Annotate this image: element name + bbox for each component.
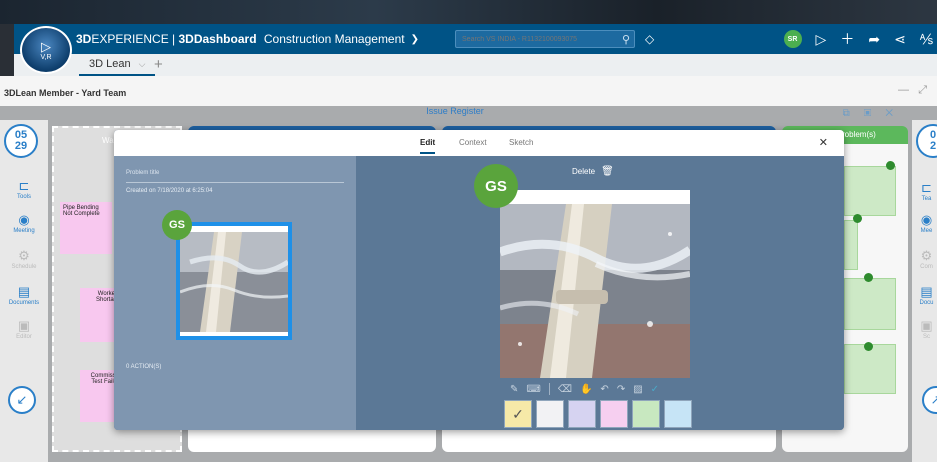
sticky-note-green[interactable] [844,278,896,330]
author-avatar: GS [162,210,192,240]
brand-title: 3DEXPERIENCE | 3DDashboard Construction … [76,32,405,46]
modal-right-panel: GS Delete 🗑 ✎ ⌨ ⌫ ✋ ↶ ↷ ▨ ✓ ✓ [356,156,844,430]
rail-right-meeting[interactable]: ◉ Mee [914,212,937,234]
tab-edit[interactable]: Edit [420,138,436,154]
search-field[interactable]: ⚲ [455,30,636,48]
exit-icon[interactable]: ↙ [8,386,36,414]
tag-icon[interactable]: ◇ [645,32,654,46]
app-name[interactable]: Construction Management [264,32,405,46]
issue-photo[interactable] [500,190,690,378]
compass-play-icon: ▷ [41,38,51,54]
sticky-note-green[interactable] [844,166,896,216]
search-icon[interactable]: ⚲ [622,33,630,46]
pipe-photo [500,204,690,378]
share-icon[interactable]: ➦ [868,31,880,48]
connect-icon[interactable]: ⋖ [894,31,906,48]
search-input[interactable] [462,35,613,43]
tab-3d-lean[interactable]: 3D Lean ⌵ [79,54,156,76]
sticky-note[interactable]: Pipe Bending Not Complete [60,202,112,254]
divider [126,182,344,183]
date-badge: 05 29 [4,124,38,158]
rail-schedule[interactable]: ⚙ Schedule [0,248,48,270]
redo-icon[interactable]: ↷ [617,384,625,395]
rail-right-com[interactable]: ⚙ Com [914,248,937,270]
dashboard-window-controls[interactable]: — ⤢ [898,84,927,97]
swatch-lavender[interactable] [568,400,596,428]
tab-label: 3D Lean [89,58,131,70]
documents-icon: ▤ [920,284,933,299]
created-timestamp: Created on 7/18/2020 at 6:25:04 [126,188,213,194]
meeting-icon: ◉ [18,212,30,227]
color-swatches: ✓ [504,400,692,428]
problem-title-field[interactable]: Problem title [126,170,159,176]
eraser-icon[interactable]: ⌫ [558,384,572,395]
check-icon[interactable]: ✓ [651,384,659,395]
top-app-bar: 3DEXPERIENCE | 3DDashboard Construction … [14,24,937,54]
tools-icon: ⊏ [921,180,932,195]
rail-right-sc[interactable]: ▣ Sc [914,318,937,340]
issue-register-header: Issue Register [0,106,910,120]
pencil-icon[interactable]: ✎ [510,384,518,395]
delete-button[interactable]: Delete 🗑 [572,166,614,177]
top-bar-actions: SR ▷ ＋ ➦ ⋖ ⅍ [783,24,933,54]
schedule-icon: ⚙ [920,248,933,263]
documents-icon: ▤ [17,284,31,299]
tab-sketch[interactable]: Sketch [509,138,533,147]
actions-count: 0 ACTION(S) [126,364,162,370]
lock-icon [853,214,862,223]
tools-icon[interactable]: ⅍ [920,31,933,47]
trash-icon: 🗑 [601,166,614,177]
column-label: Wa [102,136,114,145]
sticky-note-green[interactable] [844,220,858,270]
tab-bar: 3D Lean ⌵ + [14,54,937,76]
column-label: roblem(s) [842,130,876,139]
keyboard-icon[interactable]: ⌨ [526,384,540,395]
modal-header: Edit Context Sketch ✕ [114,130,844,156]
add-tab-icon[interactable]: + [154,56,163,73]
swatch-green[interactable] [632,400,660,428]
rail-documents[interactable]: ▤ Documents [0,284,48,306]
toolbar-separator [548,383,550,395]
editor-icon: ▣ [17,318,31,333]
issue-modal: Edit Context Sketch ✕ Problem title Crea… [114,130,844,430]
meeting-icon: ◉ [920,212,933,227]
swatch-pink[interactable] [600,400,628,428]
photo-thumbnail[interactable] [176,222,292,340]
schedule-icon: ⚙ [18,248,30,263]
image-icon[interactable]: ▨ [633,384,642,395]
lock-icon [886,161,895,170]
chevron-down-icon[interactable]: ⌵ [139,59,146,70]
header-icons[interactable]: ⧉▣✕ [843,108,907,119]
hand-icon[interactable]: ✋ [580,384,592,395]
user-avatar[interactable]: SR [783,30,802,48]
undo-icon[interactable]: ↶ [600,384,608,395]
author-avatar-large: GS [474,164,518,208]
play-icon[interactable]: ▷ [816,31,827,48]
editor-icon: ▣ [920,318,933,333]
rail-right-documents[interactable]: ▤ Docu [914,284,937,306]
sketch-toolbar: ✎ ⌨ ⌫ ✋ ↶ ↷ ▨ ✓ [510,382,690,396]
dashboard-title: 3DLean Member - Yard Team [4,88,127,98]
rail-tools[interactable]: ⊏ Tools [0,178,48,200]
lock-icon [864,273,873,282]
swatch-white[interactable] [536,400,564,428]
background-photo-strip [0,0,937,24]
compass-user-label: V,R [40,53,52,61]
app-window: 3DEXPERIENCE | 3DDashboard Construction … [0,0,937,462]
rail-right-team[interactable]: ⊏ Tea [914,180,937,202]
chevron-down-icon[interactable]: ❯ [411,34,419,45]
swatch-blue[interactable] [664,400,692,428]
sticky-note-green[interactable] [844,344,896,394]
tools-icon: ⊏ [18,178,30,193]
rail-editor[interactable]: ▣ Editor [0,318,48,340]
modal-left-panel: Problem title Created on 7/18/2020 at 6:… [114,156,356,430]
swatch-yellow[interactable]: ✓ [504,400,532,428]
compass-button[interactable]: ▷ V,R [20,26,72,74]
pipe-photo-thumbnail [180,232,288,332]
rail-meeting[interactable]: ◉ Meeting [0,212,48,234]
lock-icon [864,342,873,351]
close-icon[interactable]: ✕ [819,136,828,149]
tab-context[interactable]: Context [459,138,487,147]
add-icon[interactable]: ＋ [840,29,854,49]
